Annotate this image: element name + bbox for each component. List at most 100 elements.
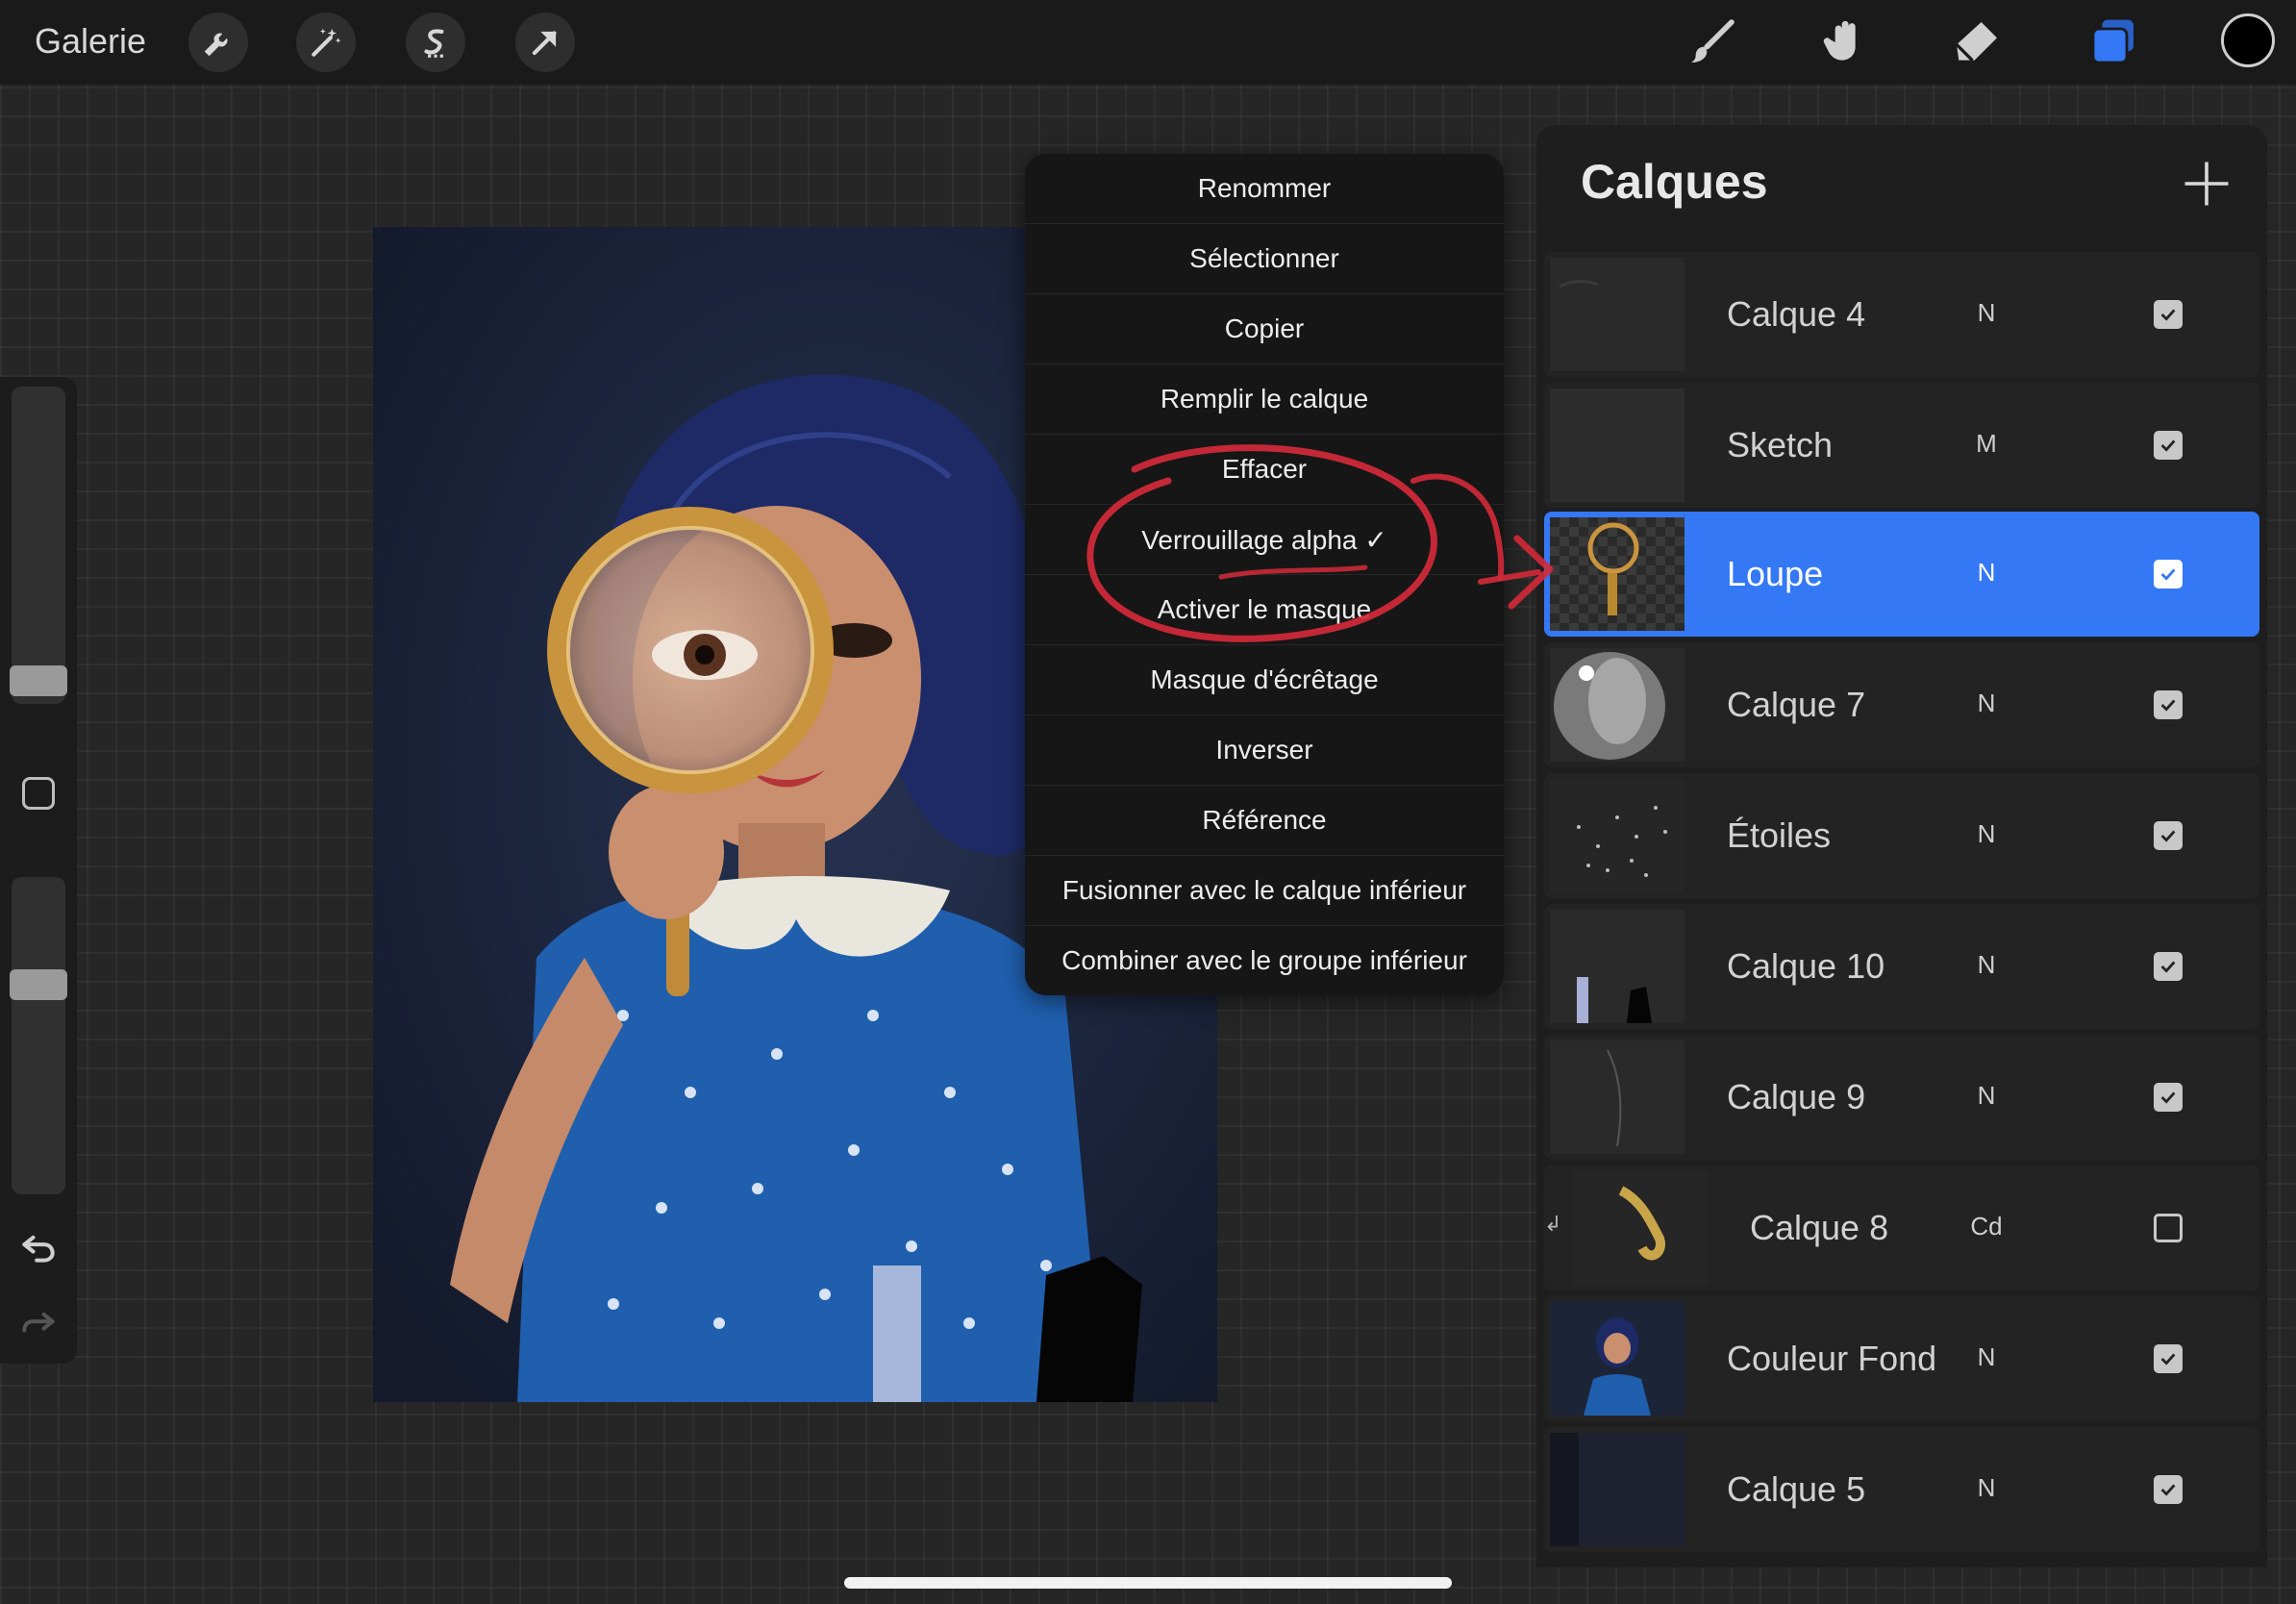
- layer-name: Calque 8: [1750, 1208, 1889, 1247]
- layer-name: Sketch: [1727, 425, 1834, 464]
- menu-item-clear[interactable]: Effacer: [1025, 435, 1504, 505]
- wrench-icon: [204, 33, 228, 57]
- menu-item-alpha-lock[interactable]: Verrouillage alpha ✓: [1025, 505, 1504, 575]
- color-picker-button[interactable]: [2221, 13, 2275, 67]
- menu-item-copy[interactable]: Copier: [1025, 294, 1504, 364]
- layer-thumbnail: [1550, 648, 1685, 762]
- layer-row[interactable]: Calque 7 N: [1544, 642, 2259, 767]
- visibility-checkbox[interactable]: [2154, 1344, 2183, 1373]
- blend-mode-button[interactable]: N: [1958, 298, 2015, 328]
- eraser-tool[interactable]: [1948, 13, 2006, 71]
- visibility-checkbox[interactable]: [2154, 821, 2183, 850]
- checkmark-icon: [2160, 1484, 2176, 1496]
- menu-item-clipping-mask[interactable]: Masque d'écrêtage: [1025, 645, 1504, 715]
- smudge-icon: [1823, 20, 1856, 61]
- transform-button[interactable]: [515, 13, 575, 72]
- left-sidebar: [0, 377, 77, 1364]
- checkmark-icon: [2160, 699, 2176, 712]
- redo-icon[interactable]: [17, 1302, 60, 1344]
- selection-s-icon: [424, 29, 444, 58]
- opacity-slider[interactable]: [10, 877, 67, 1194]
- layer-thumbnail: [1550, 258, 1685, 371]
- checkmark-icon: [2160, 1091, 2176, 1104]
- checkmark-icon: [2160, 830, 2176, 842]
- visibility-checkbox[interactable]: [2154, 300, 2183, 329]
- checkmark-icon: [2160, 961, 2176, 973]
- home-indicator[interactable]: [844, 1577, 1452, 1589]
- visibility-checkbox[interactable]: [2154, 1214, 2183, 1242]
- eraser-icon: [1955, 22, 1997, 62]
- layer-thumbnail: [1550, 1302, 1685, 1416]
- layer-thumbnail: [1573, 1171, 1708, 1285]
- layer-thumbnail: [1550, 517, 1685, 631]
- layer-name: Calque 5: [1727, 1469, 1866, 1509]
- layer-name: Calque 7: [1727, 685, 1866, 724]
- layer-name: Calque 4: [1727, 294, 1866, 334]
- visibility-checkbox[interactable]: [2154, 952, 2183, 981]
- layers-tool[interactable]: [2084, 13, 2142, 71]
- selection-button[interactable]: [406, 13, 465, 72]
- layer-name: Calque 9: [1727, 1077, 1866, 1116]
- menu-item-invert[interactable]: Inverser: [1025, 715, 1504, 786]
- blend-mode-button[interactable]: N: [1958, 1342, 2015, 1372]
- blend-mode-button[interactable]: N: [1958, 950, 2015, 980]
- blend-mode-button[interactable]: N: [1958, 1473, 2015, 1503]
- blend-mode-button[interactable]: Cd: [1958, 1212, 2015, 1241]
- opacity-thumb[interactable]: [10, 969, 67, 1000]
- visibility-checkbox[interactable]: [2154, 431, 2183, 460]
- blend-mode-button[interactable]: N: [1958, 689, 2015, 718]
- add-layer-icon[interactable]: [2181, 158, 2233, 210]
- layer-row[interactable]: Calque 5 N: [1544, 1427, 2259, 1552]
- menu-item-reference[interactable]: Référence: [1025, 786, 1504, 856]
- visibility-checkbox[interactable]: [2154, 690, 2183, 719]
- layer-thumbnail: [1550, 910, 1685, 1023]
- checkmark-icon: [2160, 1353, 2176, 1366]
- actions-button[interactable]: [188, 13, 248, 72]
- layer-row-selected[interactable]: Loupe N: [1544, 512, 2259, 637]
- layer-row-clipped[interactable]: ↲ Calque 8 Cd: [1544, 1165, 2259, 1291]
- layer-options-menu: Renommer Sélectionner Copier Remplir le …: [1025, 154, 1504, 995]
- blend-mode-button[interactable]: N: [1958, 819, 2015, 849]
- visibility-checkbox[interactable]: [2154, 1475, 2183, 1504]
- visibility-checkbox[interactable]: [2154, 1083, 2183, 1112]
- clip-arrow-icon: ↲: [1544, 1212, 1562, 1236]
- blend-mode-button[interactable]: N: [1958, 558, 2015, 588]
- blend-mode-button[interactable]: M: [1958, 429, 2015, 459]
- menu-item-mask[interactable]: Activer le masque: [1025, 575, 1504, 645]
- adjustments-button[interactable]: [296, 13, 356, 72]
- gallery-button[interactable]: Galerie: [35, 21, 146, 62]
- layer-thumbnail: [1550, 388, 1685, 502]
- menu-item-rename[interactable]: Renommer: [1025, 154, 1504, 224]
- top-toolbar: Galerie: [0, 0, 2296, 85]
- layer-row[interactable]: Étoiles N: [1544, 773, 2259, 898]
- smudge-tool[interactable]: [1815, 13, 1873, 71]
- checkmark-icon: [2160, 439, 2176, 452]
- layer-row[interactable]: Couleur Fond N: [1544, 1296, 2259, 1421]
- layers-icon: [2091, 19, 2134, 64]
- layer-row[interactable]: Calque 10 N: [1544, 904, 2259, 1029]
- layer-thumbnail: [1550, 1040, 1685, 1154]
- menu-item-merge-down[interactable]: Fusionner avec le calque inférieur: [1025, 856, 1504, 926]
- modify-button[interactable]: [22, 777, 55, 810]
- menu-item-select[interactable]: Sélectionner: [1025, 224, 1504, 294]
- menu-item-fill-layer[interactable]: Remplir le calque: [1025, 364, 1504, 435]
- layer-row[interactable]: Calque 9 N: [1544, 1035, 2259, 1160]
- brush-icon: [1691, 19, 1734, 63]
- undo-icon[interactable]: [17, 1225, 60, 1267]
- menu-item-combine-down[interactable]: Combiner avec le groupe inférieur: [1025, 926, 1504, 995]
- brush-tool[interactable]: [1683, 13, 1740, 71]
- checkmark-icon: [2160, 309, 2176, 321]
- transform-arrow-icon: [532, 31, 557, 56]
- magic-wand-icon: [312, 28, 341, 57]
- brush-size-thumb[interactable]: [10, 665, 67, 696]
- blend-mode-button[interactable]: N: [1958, 1081, 2015, 1111]
- layer-thumbnail: [1550, 1433, 1685, 1546]
- panel-title: Calques: [1581, 155, 1768, 209]
- brush-size-slider[interactable]: [10, 387, 67, 704]
- layer-row[interactable]: Calque 4 N: [1544, 252, 2259, 377]
- layer-row[interactable]: Sketch M: [1544, 383, 2259, 508]
- checkmark-icon: [2160, 568, 2176, 581]
- visibility-checkbox[interactable]: [2154, 560, 2183, 589]
- layer-name: Loupe: [1727, 554, 1824, 593]
- layer-name: Couleur Fond: [1727, 1339, 1937, 1378]
